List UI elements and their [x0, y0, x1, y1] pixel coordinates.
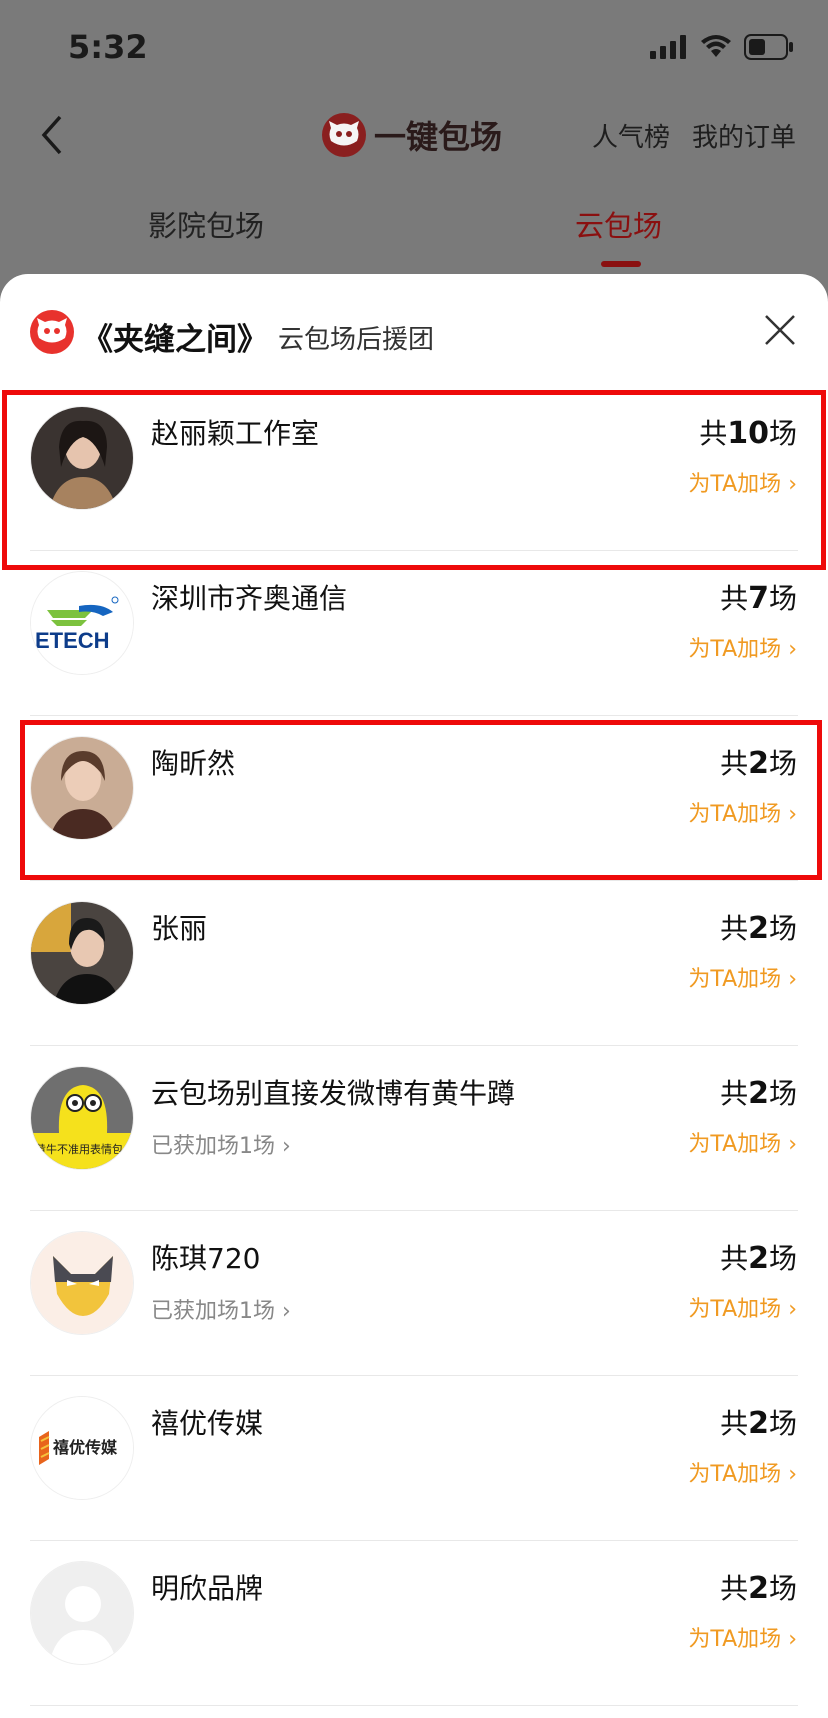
nav-bar: 一键包场 人气榜 我的订单: [0, 95, 828, 175]
chevron-right-icon: ›: [788, 472, 797, 497]
row-name: 明欣品牌: [151, 1572, 264, 1605]
cartoon-avatar: 黄牛不准用表情包: [30, 1066, 134, 1170]
row-count: 共10场: [699, 416, 797, 451]
person-photo-avatar: [30, 736, 134, 840]
signal-icon: [650, 35, 686, 59]
tab-cloud-booking[interactable]: 云包场: [575, 203, 662, 245]
default-avatar: [30, 1561, 134, 1665]
brand-logo-avatar: 禧优传媒: [30, 1396, 134, 1500]
person-photo-avatar: [30, 901, 134, 1005]
row-name: 禧优传媒: [151, 1407, 264, 1440]
mask-avatar: [30, 1231, 134, 1335]
row-count: 共2场: [720, 1241, 797, 1276]
tab-cinema-booking[interactable]: 影院包场: [148, 203, 264, 245]
list-item[interactable]: 张丽 共2场 为TA加场 ›: [0, 881, 828, 1046]
row-count: 共2场: [720, 1076, 797, 1111]
sheet-title: 《夹缝之间》: [82, 322, 268, 358]
add-screening-link[interactable]: 为TA加场 ›: [688, 1621, 797, 1653]
nav-title: 一键包场: [322, 107, 502, 163]
battery-icon: [744, 34, 793, 60]
my-orders-link[interactable]: 我的订单: [692, 117, 796, 154]
nav-title-text: 一键包场: [374, 118, 503, 156]
row-count: 共2场: [720, 1406, 797, 1441]
add-screening-link[interactable]: 为TA加场 ›: [688, 961, 797, 993]
chevron-right-icon: ›: [282, 1134, 291, 1159]
list-item[interactable]: 黄牛不准用表情包 云包场别直接发微博有黄牛蹲 已获加场1场 › 共2场 为TA加…: [0, 1046, 828, 1211]
status-bar: 5:32: [0, 0, 828, 100]
chevron-right-icon: ›: [788, 1462, 797, 1487]
row-count: 共2场: [720, 911, 797, 946]
tab-active-indicator: [601, 261, 641, 267]
list-item[interactable]: 陈琪720 已获加场1场 › 共2场 为TA加场 ›: [0, 1211, 828, 1376]
list-item[interactable]: ETECH 深圳市齐奥通信 共7场 为TA加场 ›: [0, 551, 828, 716]
add-screening-link[interactable]: 为TA加场 ›: [688, 796, 797, 828]
row-name: 云包场别直接发微博有黄牛蹲: [151, 1077, 516, 1110]
add-screening-link[interactable]: 为TA加场 ›: [688, 466, 797, 498]
list-item[interactable]: 赵丽颖工作室 共10场 为TA加场 ›: [0, 386, 828, 551]
extra-screenings-link[interactable]: 已获加场1场 ›: [151, 1293, 291, 1325]
wifi-icon: [701, 35, 731, 57]
extra-screenings-link[interactable]: 已获加场1场 ›: [151, 1128, 291, 1160]
chevron-right-icon: ›: [788, 1297, 797, 1322]
back-icon[interactable]: [34, 107, 74, 163]
sheet-subtitle: 云包场后援团: [278, 325, 435, 355]
list-item[interactable]: 禧优传媒 禧优传媒 共2场 为TA加场 ›: [0, 1376, 828, 1541]
row-count: 共2场: [720, 746, 797, 781]
popularity-list-link[interactable]: 人气榜: [592, 117, 670, 154]
row-count: 共2场: [720, 1571, 797, 1606]
add-screening-link[interactable]: 为TA加场 ›: [688, 1126, 797, 1158]
svg-text:ETECH: ETECH: [35, 628, 110, 653]
cat-logo-icon: [322, 113, 366, 157]
chevron-right-icon: ›: [788, 637, 797, 662]
nav-links: 人气榜 我的订单: [592, 117, 796, 154]
row-name: 深圳市齐奥通信: [151, 582, 348, 615]
row-name: 张丽: [151, 912, 208, 945]
background-page: 5:32 一键包场 人气榜 我的订单 影院包场 云包场: [0, 0, 828, 300]
chevron-right-icon: ›: [788, 967, 797, 992]
chevron-right-icon: ›: [788, 802, 797, 827]
add-screening-link[interactable]: 为TA加场 ›: [688, 1291, 797, 1323]
chevron-right-icon: ›: [788, 1132, 797, 1157]
divider: [30, 1705, 798, 1706]
etech-logo-avatar: ETECH: [30, 571, 134, 675]
status-icons: [650, 34, 794, 60]
add-screening-link[interactable]: 为TA加场 ›: [688, 1456, 797, 1488]
status-time: 5:32: [68, 28, 148, 66]
support-group-sheet: 《夹缝之间》 云包场后援团 赵丽颖工作室 共10场 为TA加场 › ETECH …: [0, 274, 828, 1718]
row-name: 陶昕然: [151, 747, 236, 780]
close-icon[interactable]: [760, 310, 800, 350]
cat-logo-icon: [30, 310, 74, 354]
svg-text:禧优传媒: 禧优传媒: [53, 1438, 118, 1457]
supporter-list: 赵丽颖工作室 共10场 为TA加场 › ETECH 深圳市齐奥通信 共7场 为T…: [0, 386, 828, 1706]
row-name: 陈琪720: [151, 1242, 261, 1275]
sheet-header: 《夹缝之间》 云包场后援团: [0, 274, 828, 386]
add-screening-link[interactable]: 为TA加场 ›: [688, 631, 797, 663]
chevron-right-icon: ›: [282, 1299, 291, 1324]
person-photo-avatar: [30, 406, 134, 510]
row-name: 赵丽颖工作室: [151, 417, 320, 450]
chevron-right-icon: ›: [788, 1627, 797, 1652]
row-count: 共7场: [720, 581, 797, 616]
list-item[interactable]: 陶昕然 共2场 为TA加场 ›: [0, 716, 828, 881]
tab-bar: 影院包场 云包场: [0, 195, 828, 275]
svg-text:黄牛不准用表情包: 黄牛不准用表情包: [35, 1142, 123, 1156]
list-item[interactable]: 明欣品牌 共2场 为TA加场 ›: [0, 1541, 828, 1706]
